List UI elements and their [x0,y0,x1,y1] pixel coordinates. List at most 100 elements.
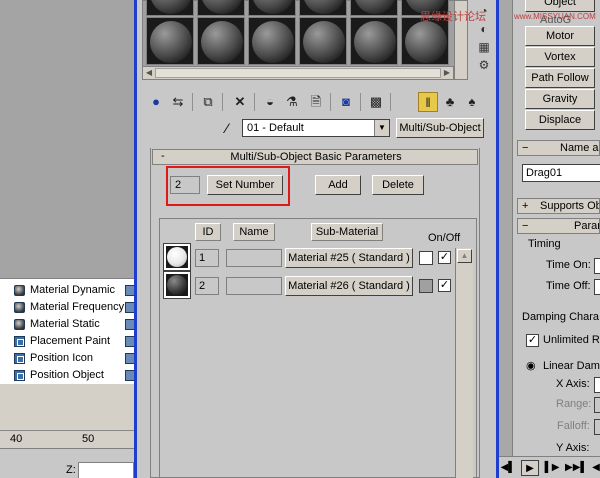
delete-button[interactable]: Delete [372,175,424,195]
id-header[interactable]: ID [195,223,221,241]
diffuse-color-swatch[interactable] [419,251,433,265]
put-to-scene-icon[interactable]: ⇆ [168,92,188,112]
sample-slot[interactable] [146,0,194,16]
diffuse-color-swatch[interactable] [419,279,433,293]
backlight-icon[interactable]: ◐ [476,22,492,36]
material-type-button[interactable]: Multi/Sub-Object [396,118,484,138]
collapse-icon: − [522,142,529,154]
sub-material-button[interactable]: Material #26 ( Standard ) [285,276,413,296]
rollout-header[interactable]: - Multi/Sub-Object Basic Parameters [152,149,478,165]
pick-material-icon[interactable]: ⁄ [218,119,236,137]
go-to-parent-icon[interactable]: ♣ [440,92,460,112]
material-sphere [405,21,447,63]
toolbar-separator [330,93,331,111]
scroll-left-icon[interactable]: ◀ [143,67,155,79]
scroll-right-icon[interactable]: ▶ [441,67,453,79]
object-type-header[interactable]: Object [525,0,595,12]
falloff-field[interactable] [594,419,600,435]
sample-slot[interactable] [248,0,296,16]
sub-material-header[interactable]: Sub-Material [311,223,383,241]
sub-material-button[interactable]: Material #25 ( Standard ) [285,248,413,268]
on-off-checkbox[interactable]: ✓ [438,279,451,292]
scroll-thumb[interactable] [155,68,441,78]
list-item-label: Position Object [30,369,104,381]
material-toolbar: ● ⇆ ⧉ ✕ ◒ ⚗ 🗎 ◙ ▩ ‖ ♣ ♠ [142,90,488,114]
assign-material-icon[interactable]: ⧉ [198,92,218,112]
put-to-library-icon[interactable]: 🗎 [306,92,326,112]
make-unique-icon[interactable]: ⚗ [282,92,302,112]
x-axis-field[interactable] [594,377,600,393]
material-sphere [201,0,243,14]
go-forward-sibling-icon[interactable]: ♠ [462,92,482,112]
sample-slot[interactable] [197,17,245,65]
time-on-field[interactable] [594,258,600,274]
list-item[interactable]: Position Icon [12,350,135,367]
sample-slot[interactable] [350,17,398,65]
key-mode-icon[interactable]: ◀ [587,460,600,476]
material-sphere [354,21,396,63]
path-follow-button[interactable]: Path Follow [525,68,595,88]
object-name-field[interactable]: Drag01 [522,164,600,182]
sample-slot[interactable] [299,17,347,65]
supports-objects-rollout[interactable]: + Supports Obj [517,198,600,214]
material-name-dropdown[interactable]: 01 - Default ▼ [242,119,390,137]
displace-button[interactable]: Displace [525,110,595,130]
get-material-icon[interactable]: ● [146,92,166,112]
id-field[interactable]: 2 [195,277,219,295]
list-item[interactable]: Material Static [12,316,135,333]
supports-rollout-title: Supports Obj [540,200,600,212]
command-panel-scrollbar[interactable] [499,0,513,456]
gravity-button[interactable]: Gravity [525,89,595,109]
show-end-result-icon[interactable]: ‖ [418,92,438,112]
motor-button[interactable]: Motor [525,26,595,46]
sample-slot[interactable] [299,0,347,16]
options-icon[interactable]: ⚙ [476,58,492,72]
list-item[interactable]: Material Dynamic [12,282,135,299]
material-sphere-icon [14,285,25,296]
id-field[interactable]: 1 [195,249,219,267]
material-id-icon[interactable]: ◙ [336,92,356,112]
parameters-rollout[interactable]: − Param [517,218,600,234]
name-header[interactable]: Name [233,223,275,241]
radio-icon[interactable]: ◉ [526,359,536,372]
name-and-color-rollout[interactable]: − Name and [517,140,600,156]
sample-slot[interactable] [350,0,398,16]
status-bar: Z: [0,448,134,478]
white-sphere [167,247,187,267]
range-field[interactable] [594,397,600,413]
z-coordinate-field[interactable] [78,462,134,478]
sample-slot[interactable] [401,17,449,65]
list-item[interactable]: Position Object [12,367,135,384]
vortex-button[interactable]: Vortex [525,47,595,67]
prev-frame-icon[interactable]: ◀▌ [499,460,517,476]
background-icon[interactable]: ▦ [476,40,492,54]
name-field[interactable] [226,249,282,267]
next-frame-icon[interactable]: ▌▶ [543,460,561,476]
sample-slot[interactable] [146,17,194,65]
on-off-checkbox[interactable]: ✓ [438,251,451,264]
copy-material-icon[interactable]: ◒ [260,92,280,112]
slots-horizontal-scrollbar[interactable]: ◀ ▶ [142,66,454,80]
sub-material-swatch[interactable] [163,271,191,299]
rollout-title: Multi/Sub-Object Basic Parameters [230,151,402,163]
name-field[interactable] [226,277,282,295]
unlimited-range-checkbox[interactable]: ✓ [526,334,539,347]
damping-label: Damping Chara [522,311,600,323]
material-sphere [252,21,294,63]
reset-close-icon[interactable]: ✕ [230,92,250,112]
list-item[interactable]: Placement Paint [12,333,135,350]
play-icon[interactable]: ▶ [521,460,539,476]
add-button[interactable]: Add [315,175,361,195]
sub-material-swatch[interactable] [163,243,191,271]
material-sphere-icon [14,319,25,330]
sample-slot[interactable] [248,17,296,65]
timeline-ruler[interactable]: 40 50 [0,430,134,448]
table-scrollbar[interactable]: ▲ [455,248,473,478]
show-map-icon[interactable]: ▩ [366,92,386,112]
chevron-down-icon[interactable]: ▼ [374,120,389,136]
go-to-end-icon[interactable]: ▶▶▌ [565,460,587,476]
sample-slot[interactable] [197,0,245,16]
scroll-up-icon[interactable]: ▲ [457,249,472,263]
list-item[interactable]: Material Frequency [12,299,135,316]
time-off-field[interactable] [594,279,600,295]
